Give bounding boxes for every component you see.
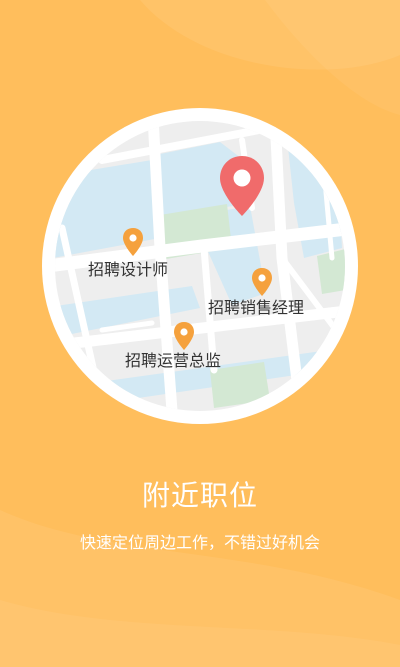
- map-pin-label: 招聘设计师: [88, 260, 169, 279]
- map-pin-label: 招聘运营总监: [125, 351, 222, 370]
- onboarding-screen[interactable]: 招聘设计师 招聘销售经理 招聘运营总监 附近职位 快速定位周边工作，不错过好机会: [0, 0, 400, 667]
- page-subtitle: 快速定位周边工作，不错过好机会: [79, 533, 320, 552]
- page-title: 附近职位: [141, 479, 258, 512]
- map-pin-label: 招聘销售经理: [208, 298, 305, 317]
